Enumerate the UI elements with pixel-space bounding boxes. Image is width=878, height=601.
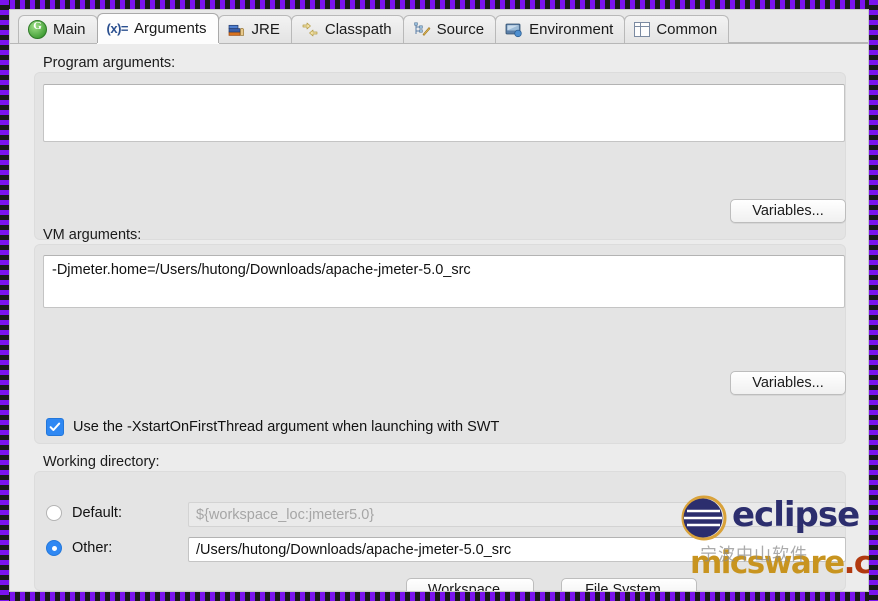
variable-xy-icon: (x)= (106, 21, 129, 36)
tab-source[interactable]: Source (402, 15, 497, 43)
working-directory-other-radio[interactable] (46, 540, 62, 556)
working-directory-default-input: ${workspace_loc:jmeter5.0} (188, 502, 846, 527)
source-tree-icon (413, 22, 431, 38)
tab-source-label: Source (436, 21, 485, 38)
decorative-frame-bottom (0, 592, 878, 601)
tab-common[interactable]: Common (624, 15, 730, 43)
run-configurations-dialog: Main (x)= Arguments JRE (9, 9, 869, 592)
working-directory-other-label: Other: (72, 539, 113, 556)
tab-classpath[interactable]: Classpath (290, 15, 404, 43)
tab-bar: Main (x)= Arguments JRE (10, 10, 868, 44)
swt-option-label: Use the -XstartOnFirstThread argument wh… (73, 418, 500, 435)
books-icon (228, 22, 246, 38)
tab-environment[interactable]: Environment (495, 15, 626, 43)
workspace-button[interactable]: Workspace... (406, 578, 534, 591)
decorative-frame-left (0, 0, 9, 601)
decorative-frame-right (869, 0, 878, 601)
program-arguments-label: Program arguments: (43, 55, 176, 71)
tab-bar-filler (728, 15, 868, 43)
tab-arguments-label: Arguments (134, 20, 207, 37)
decorative-frame-top (0, 0, 878, 9)
tab-common-label: Common (656, 21, 718, 38)
working-directory-group (34, 471, 846, 591)
swt-option-row[interactable]: Use the -XstartOnFirstThread argument wh… (46, 418, 499, 436)
swt-option-checkbox[interactable] (46, 418, 64, 436)
file-system-button[interactable]: File System... (561, 578, 697, 591)
working-directory-default-radio[interactable] (46, 505, 62, 521)
program-arguments-input[interactable] (43, 84, 845, 142)
vm-arguments-label: VM arguments: (43, 227, 142, 243)
tab-jre[interactable]: JRE (217, 15, 292, 43)
arrows-icon (301, 22, 319, 38)
tab-jre-label: JRE (251, 21, 280, 38)
table-grid-icon (634, 22, 651, 37)
vm-arguments-input[interactable]: -Djmeter.home=/Users/hutong/Downloads/ap… (43, 255, 845, 308)
tab-arguments[interactable]: (x)= Arguments (96, 13, 219, 43)
environment-icon (505, 22, 523, 38)
screenshot-root: Main (x)= Arguments JRE (0, 0, 878, 601)
working-directory-other-row[interactable]: Other: (46, 540, 112, 556)
tab-main-label: Main (53, 21, 86, 38)
program-arguments-variables-button[interactable]: Variables... (730, 199, 846, 223)
working-directory-default-row[interactable]: Default: (46, 505, 122, 521)
green-g-icon (28, 20, 47, 39)
working-directory-default-label: Default: (72, 504, 122, 521)
arguments-tab-panel: Program arguments: Variables... VM argum… (10, 44, 868, 591)
working-directory-label: Working directory: (43, 454, 160, 470)
tab-classpath-label: Classpath (324, 21, 392, 38)
working-directory-other-input[interactable]: /Users/hutong/Downloads/apache-jmeter-5.… (188, 537, 846, 562)
tab-environment-label: Environment (529, 21, 614, 38)
vm-arguments-variables-button[interactable]: Variables... (730, 371, 846, 395)
tab-main[interactable]: Main (18, 15, 98, 43)
